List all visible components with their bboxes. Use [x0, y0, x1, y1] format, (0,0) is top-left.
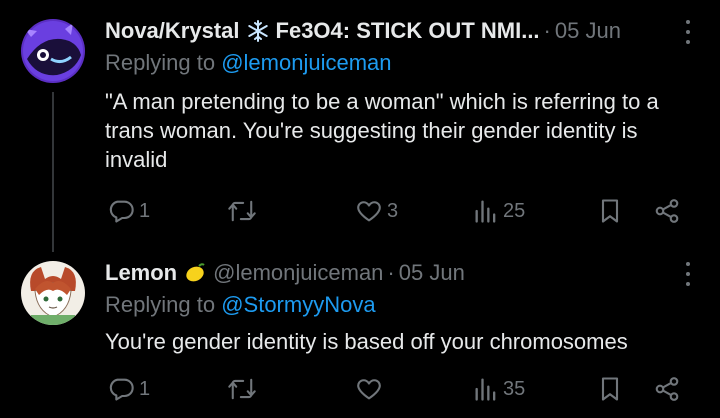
retweet-button[interactable] [227, 196, 261, 226]
share-button[interactable] [653, 196, 681, 226]
replying-to-mention[interactable]: @lemonjuiceman [221, 50, 391, 75]
view-count: 35 [503, 377, 526, 400]
more-options-icon[interactable] [684, 262, 692, 286]
retweet-icon [227, 375, 257, 403]
tweet-nova[interactable]: Nova/Krystal Fe3O4: STICK OUT NMI... · 0… [0, 0, 720, 246]
reply-count: 1 [139, 377, 151, 400]
views-button[interactable]: 25 [473, 196, 525, 226]
tweet-text: "A man pretending to be a woman" which i… [105, 89, 659, 172]
like-count: 3 [387, 199, 399, 222]
tweet-actions: 1 3 25 [107, 196, 690, 226]
replying-to-label: Replying to [105, 292, 216, 317]
tweet-text: You're gender identity is based off your… [105, 329, 628, 354]
like-button[interactable]: 3 [355, 196, 398, 226]
display-name[interactable]: Lemon [105, 260, 177, 286]
replying-to-line: Replying to @StormyyNova [105, 292, 376, 318]
reply-button[interactable]: 1 [107, 196, 150, 226]
tweet-date[interactable]: 05 Jun [399, 260, 465, 286]
avatar[interactable] [21, 19, 85, 83]
reply-thread: Nova/Krystal Fe3O4: STICK OUT NMI... · 0… [0, 0, 720, 418]
retweet-icon [227, 197, 257, 225]
reply-icon [107, 375, 135, 403]
display-name-suffix[interactable]: Fe3O4: STICK OUT NMI... [276, 18, 540, 44]
replying-to-mention[interactable]: @StormyyNova [221, 292, 375, 317]
replying-to-line: Replying to @lemonjuiceman [105, 50, 392, 76]
avatar[interactable] [21, 261, 85, 325]
more-options-icon[interactable] [684, 20, 692, 44]
bookmark-icon [597, 375, 623, 403]
reply-count: 1 [139, 199, 151, 222]
reply-icon [107, 197, 135, 225]
display-name[interactable]: Nova/Krystal [105, 18, 240, 44]
share-button[interactable] [653, 374, 681, 404]
tweet-header: Lemon @lemonjuiceman · 05 Jun [105, 257, 680, 289]
share-icon [653, 197, 681, 225]
bookmark-button[interactable] [597, 196, 623, 226]
retweet-button[interactable] [227, 374, 261, 404]
bookmark-button[interactable] [597, 374, 623, 404]
tweet-actions: 1 35 [107, 374, 690, 404]
analytics-icon [473, 375, 499, 403]
user-handle[interactable]: @lemonjuiceman [213, 260, 383, 286]
snowflake-icon [246, 19, 270, 43]
tweet-lemon[interactable]: Lemon @lemonjuiceman · 05 Jun Replying t… [0, 246, 720, 418]
like-button[interactable] [355, 374, 387, 404]
heart-icon [355, 197, 383, 225]
bookmark-icon [597, 197, 623, 225]
views-button[interactable]: 35 [473, 374, 525, 404]
lemon-icon [183, 261, 207, 285]
analytics-icon [473, 197, 499, 225]
tweet-header: Nova/Krystal Fe3O4: STICK OUT NMI... · 0… [105, 15, 680, 47]
share-icon [653, 375, 681, 403]
heart-icon [355, 375, 383, 403]
reply-button[interactable]: 1 [107, 374, 150, 404]
tweet-date[interactable]: 05 Jun [555, 18, 621, 44]
view-count: 25 [503, 199, 526, 222]
replying-to-label: Replying to [105, 50, 216, 75]
separator-dot: · [387, 260, 395, 285]
separator-dot: · [543, 18, 551, 43]
